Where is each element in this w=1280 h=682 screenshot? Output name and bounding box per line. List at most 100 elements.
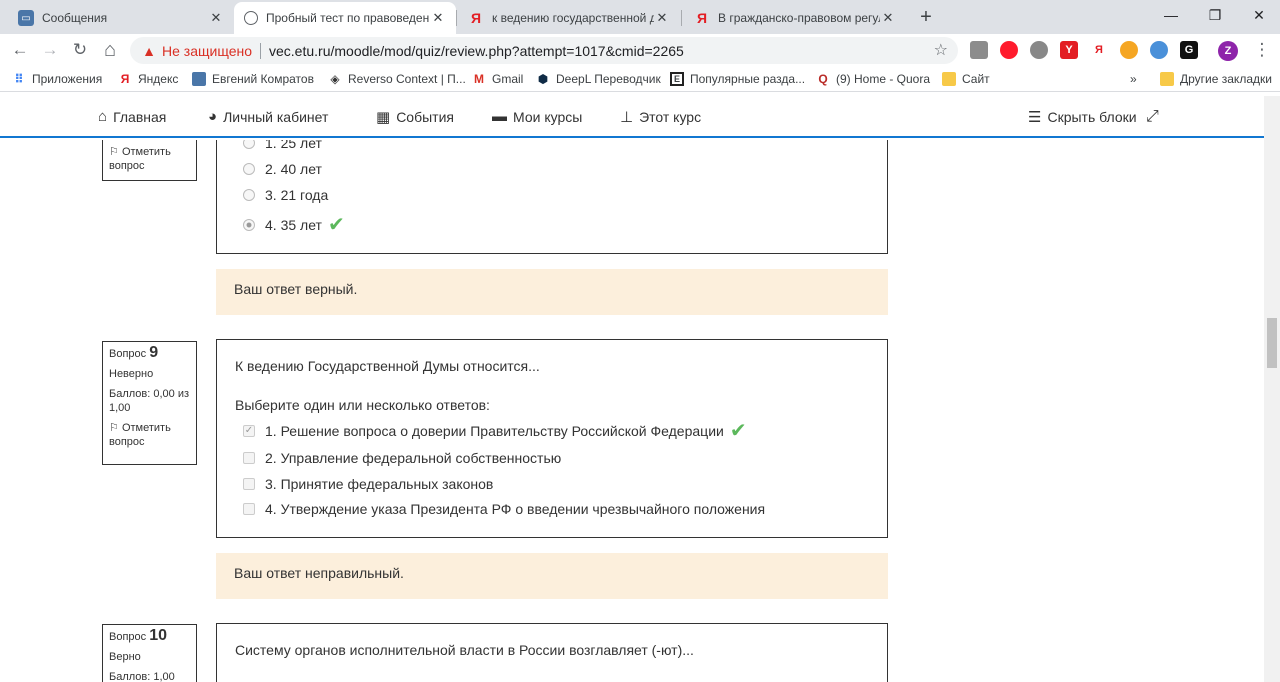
answer-option[interactable]: 3. Принятие федеральных законов (243, 476, 493, 492)
extension-icon[interactable] (970, 41, 988, 59)
tab-yandex-civil[interactable]: Я В гражданско-правовом регули ✕ (684, 2, 906, 34)
close-icon[interactable]: ✕ (880, 10, 896, 26)
bookmarks-bar: ⠿ Приложения Я Яндекс Евгений Комратов ◈ Re… (0, 65, 1280, 92)
bookmark-quora[interactable]: Q (9) Home - Quora (816, 70, 930, 88)
toggle-off-icon[interactable] (1150, 41, 1168, 59)
feedback-incorrect: Ваш ответ неправильный. (216, 553, 888, 599)
scrollbar-thumb[interactable] (1267, 318, 1277, 368)
bookmark-popular[interactable]: E Популярные разда... (670, 70, 805, 88)
radio-button[interactable] (243, 189, 255, 201)
flag-icon: ⚐ (109, 146, 119, 158)
answer-option[interactable]: 1. 25 лет (243, 140, 322, 151)
maximize-button[interactable]: ❐ (1200, 4, 1230, 26)
radio-button[interactable] (243, 140, 255, 149)
nav-label: События (396, 109, 454, 125)
checkbox[interactable]: ✓ (243, 425, 255, 437)
bookmark-vk[interactable]: Евгений Комратов (192, 70, 314, 88)
tab-separator (681, 10, 682, 26)
flag-icon: ⚐ (109, 422, 119, 434)
list-indent-icon: ☰ (1028, 109, 1042, 126)
fullscreen-icon[interactable]: ⤢ (1146, 108, 1159, 126)
grammar-ext-icon[interactable]: G (1180, 41, 1198, 59)
new-tab-button[interactable]: + (914, 6, 938, 30)
question-grade: Баллов: 1,00 (109, 671, 175, 682)
profile-avatar[interactable]: Z (1218, 41, 1238, 61)
back-button[interactable]: ← (8, 38, 32, 62)
url-text[interactable]: vec.etu.ru/moodle/mod/quiz/review.php?at… (269, 43, 684, 59)
nav-events[interactable]: ▦ События (376, 108, 454, 126)
close-window-button[interactable]: ✕ (1244, 4, 1274, 26)
yandex-icon: Я (696, 10, 708, 26)
nav-dashboard[interactable]: ◕ Личный кабинет (208, 108, 328, 125)
sync-icon[interactable] (1030, 41, 1048, 59)
flag-question-link[interactable]: ⚐ Отметить вопрос (109, 145, 190, 173)
reload-button[interactable]: ↻ (68, 38, 92, 62)
home-button[interactable]: ⌂ (98, 38, 122, 62)
nav-home[interactable]: ⌂ Главная (98, 108, 166, 125)
close-icon[interactable]: ✕ (654, 10, 670, 26)
other-bookmarks[interactable]: Другие закладки (1160, 70, 1272, 88)
yandex-icon[interactable]: Я (1090, 41, 1108, 59)
bookmark-gmail[interactable]: M Gmail (472, 70, 523, 88)
yandex-icon: Я (120, 72, 130, 86)
checkbox[interactable] (243, 478, 255, 490)
question-state: Верно (109, 651, 141, 663)
question-state: Неверно (109, 368, 154, 380)
yandex-ext-icon[interactable]: Y (1060, 41, 1078, 59)
question-label: Вопрос (109, 348, 147, 360)
nav-label: Скрыть блоки (1047, 109, 1137, 125)
nav-this-course[interactable]: ⊥ Этот курс (620, 108, 701, 126)
answer-option[interactable]: 2. 40 лет (243, 161, 322, 177)
answer-option[interactable]: 4. 35 лет ✔ (243, 215, 345, 235)
flag-question-link[interactable]: ⚐ Отметить вопрос (109, 421, 190, 449)
folder-icon (1160, 72, 1174, 86)
tab-title: Сообщения (42, 11, 108, 25)
bookmark-deepl[interactable]: ⬢ DeepL Переводчик (536, 70, 661, 88)
question-number: 9 (149, 344, 159, 361)
tab-separator (456, 10, 457, 26)
browser-toolbar: ← → ↻ ⌂ ▲ Не защищено vec.etu.ru/moodle/… (0, 34, 1280, 65)
security-status[interactable]: Не защищено (162, 43, 252, 59)
radio-button[interactable] (243, 219, 255, 231)
close-icon[interactable]: ✕ (430, 10, 446, 26)
checkmark-icon: ✔ (729, 420, 747, 442)
tab-yandex-duma[interactable]: Я к ведению государственной ду ✕ (458, 2, 680, 34)
hide-blocks-button[interactable]: ☰ Скрыть блоки (1028, 108, 1137, 126)
opera-icon[interactable] (1000, 41, 1018, 59)
quora-icon: Q (818, 72, 828, 86)
globe-icon (244, 11, 258, 25)
forward-button[interactable]: → (38, 38, 62, 62)
bookmark-reverso[interactable]: ◈ Reverso Context | П... (328, 70, 465, 88)
minimize-button[interactable]: — (1156, 4, 1186, 26)
bookmark-site[interactable]: Сайт (942, 70, 990, 88)
answer-option[interactable]: 4. Утверждение указа Президента РФ о вве… (243, 501, 765, 517)
radio-button[interactable] (243, 163, 255, 175)
answer-label: 1. 25 лет (265, 140, 322, 151)
coin-icon[interactable] (1120, 41, 1138, 59)
checkbox[interactable] (243, 503, 255, 515)
menu-icon[interactable]: ⋮ (1250, 38, 1274, 62)
bookmarks-overflow[interactable]: » (1130, 70, 1137, 88)
close-icon[interactable]: ✕ (208, 10, 224, 26)
nav-my-courses[interactable]: ▬ Мои курсы (492, 108, 582, 125)
page-scrollbar[interactable] (1264, 96, 1280, 682)
tab-quiz[interactable]: Пробный тест по правоведени ✕ (234, 2, 456, 34)
bookmark-label: DeepL Переводчик (556, 72, 661, 86)
question-info-8: ⚐ Отметить вопрос (102, 140, 197, 181)
bookmark-yandex[interactable]: Я Яндекс (118, 70, 179, 88)
briefcase-icon: ▬ (492, 108, 507, 125)
question-number: 10 (149, 627, 168, 644)
answer-option[interactable]: 2. Управление федеральной собственностью (243, 450, 561, 466)
bookmark-apps[interactable]: ⠿ Приложения (12, 70, 102, 88)
checkbox[interactable] (243, 452, 255, 464)
address-bar[interactable]: ▲ Не защищено vec.etu.ru/moodle/mod/quiz… (130, 37, 958, 64)
question-info-10: Вопрос 10 Верно Баллов: 1,00 (102, 624, 197, 682)
deepl-icon: ⬢ (537, 72, 549, 86)
answer-option[interactable]: 3. 21 года (243, 187, 328, 203)
answer-label: 4. 35 лет (265, 217, 322, 233)
bookmark-star-icon[interactable]: ☆ (934, 40, 948, 60)
feedback-correct: Ваш ответ верный. (216, 269, 888, 315)
bookmark-label: Популярные разда... (690, 72, 806, 86)
answer-option[interactable]: ✓ 1. Решение вопроса о доверии Правительс… (243, 420, 747, 442)
tab-messages[interactable]: ▭ Сообщения ✕ (8, 2, 234, 34)
